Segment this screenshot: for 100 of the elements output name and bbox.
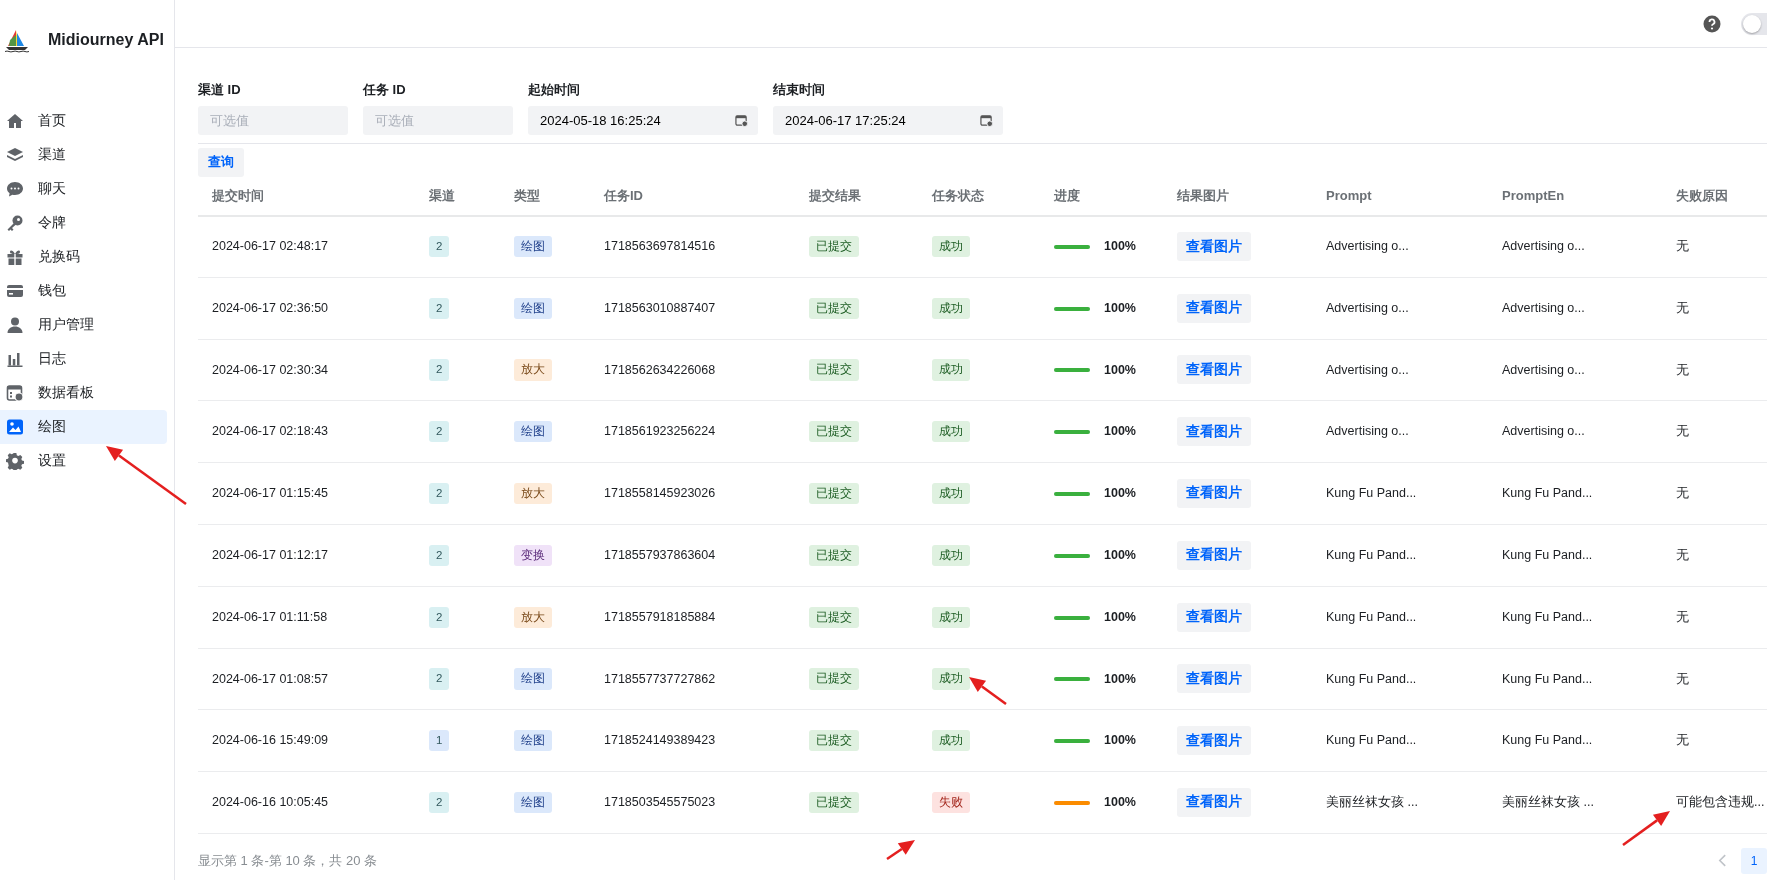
submit-tag: 已提交 bbox=[809, 421, 859, 443]
input-field[interactable]: 可选值 bbox=[198, 105, 348, 135]
gear-icon bbox=[6, 452, 24, 470]
sidebar-item[interactable]: 令牌 bbox=[0, 206, 167, 240]
view-image-button[interactable]: 查看图片 bbox=[1177, 417, 1251, 447]
input-field[interactable]: 2024-05-18 16:25:24 bbox=[528, 105, 758, 135]
table-cell: Kung Fu Pand... bbox=[1326, 671, 1417, 686]
table-cell: 2024-06-17 01:11:58 bbox=[212, 609, 328, 624]
sidebar-item[interactable]: 渠道 bbox=[0, 138, 167, 172]
help-icon bbox=[1703, 14, 1721, 33]
progress-bar bbox=[1054, 244, 1090, 249]
status-tag: 成功 bbox=[932, 544, 970, 566]
submit-tag: 已提交 bbox=[809, 482, 859, 505]
submit-tag: 已提交 bbox=[809, 791, 859, 814]
field-label: 渠道 ID bbox=[198, 81, 242, 99]
key-icon bbox=[6, 214, 24, 232]
view-image-button[interactable]: 查看图片 bbox=[1177, 602, 1251, 632]
table-cell: Kung Fu Pand... bbox=[1502, 486, 1593, 501]
progress-bar bbox=[1054, 491, 1090, 496]
column-header: 任务ID bbox=[604, 187, 643, 203]
table-cell: Advertising o... bbox=[1326, 300, 1409, 315]
sidebar-item[interactable]: 绘图 bbox=[0, 410, 167, 444]
type-tag: 绘图 bbox=[514, 791, 552, 814]
table-cell: Advertising o... bbox=[1502, 239, 1585, 254]
status-tag: 成功 bbox=[932, 482, 970, 505]
pagination-summary: 显示第 1 条-第 10 条，共 20 条 bbox=[198, 852, 378, 871]
progress-text: 100% bbox=[1104, 733, 1136, 748]
type-tag: 放大 bbox=[514, 606, 552, 628]
view-image-button[interactable]: 查看图片 bbox=[1177, 664, 1251, 694]
table-cell: 无 bbox=[1676, 362, 1689, 377]
progress-bar bbox=[1054, 430, 1090, 435]
sidebar-item[interactable]: 日志 bbox=[0, 342, 167, 376]
table-cell: 无 bbox=[1676, 300, 1689, 315]
sidebar-item[interactable]: 数据看板 bbox=[0, 376, 167, 410]
progress-text: 100% bbox=[1104, 795, 1136, 810]
progress-bar bbox=[1054, 615, 1090, 620]
sidebar-item[interactable]: 用户管理 bbox=[0, 308, 167, 342]
view-image-button[interactable]: 查看图片 bbox=[1177, 293, 1251, 323]
table-cell: 无 bbox=[1676, 733, 1689, 748]
table-cell: 1718563697814516 bbox=[604, 239, 716, 254]
channel-tag: 2 bbox=[429, 606, 450, 628]
table-cell: 2024-06-17 01:12:17 bbox=[212, 548, 329, 562]
sidebar-item[interactable]: 兑换码 bbox=[0, 240, 167, 274]
progress-bar bbox=[1054, 368, 1090, 373]
channel-tag: 2 bbox=[429, 421, 450, 443]
input-field[interactable]: 可选值 bbox=[363, 105, 513, 135]
table-cell: 2024-06-17 02:36:50 bbox=[212, 300, 329, 315]
table-cell: Kung Fu Pand... bbox=[1502, 609, 1593, 624]
table-cell: 1718503545575023 bbox=[604, 795, 716, 810]
progress-text: 100% bbox=[1104, 609, 1136, 624]
view-image-button[interactable]: 查看图片 bbox=[1177, 479, 1251, 509]
gift-icon bbox=[6, 248, 24, 266]
table-cell: 无 bbox=[1676, 609, 1689, 624]
table-cell: 无 bbox=[1676, 239, 1689, 254]
table-cell: 1718561923256224 bbox=[604, 424, 716, 439]
channel-tag: 2 bbox=[429, 668, 450, 690]
submit-tag: 已提交 bbox=[809, 730, 859, 752]
sidebar-item[interactable]: 聊天 bbox=[0, 172, 167, 206]
progress-bar bbox=[1054, 553, 1090, 558]
table-cell: Kung Fu Pand... bbox=[1502, 671, 1593, 686]
card-icon bbox=[6, 282, 24, 300]
status-tag: 成功 bbox=[932, 421, 970, 443]
app-title: Midiourney API bbox=[48, 30, 164, 50]
table-cell: 美丽丝袜女孩 ... bbox=[1502, 795, 1594, 810]
sidebar-item[interactable]: 钱包 bbox=[0, 274, 167, 308]
table-cell: Kung Fu Pand... bbox=[1502, 548, 1593, 562]
type-tag: 绘图 bbox=[514, 297, 552, 319]
view-image-button[interactable]: 查看图片 bbox=[1177, 232, 1251, 262]
table-cell: 无 bbox=[1676, 486, 1689, 501]
table-cell: 2024-06-16 10:05:45 bbox=[212, 795, 329, 810]
submit-tag: 已提交 bbox=[809, 606, 859, 628]
submit-tag: 已提交 bbox=[809, 236, 859, 258]
channel-tag: 2 bbox=[429, 359, 450, 381]
submit-tag: 已提交 bbox=[809, 359, 859, 381]
table-cell: 2024-06-17 02:30:34 bbox=[212, 362, 329, 377]
status-tag: 成功 bbox=[932, 730, 970, 752]
view-image-button[interactable]: 查看图片 bbox=[1177, 540, 1251, 570]
table-cell: 1718557937863604 bbox=[604, 548, 716, 562]
column-header: 提交结果 bbox=[809, 187, 861, 203]
annotation-arrow bbox=[1622, 811, 1670, 846]
annotation-arrow bbox=[886, 840, 915, 861]
progress-text: 100% bbox=[1104, 424, 1136, 439]
table-cell: Advertising o... bbox=[1326, 424, 1409, 439]
table-cell: 2024-06-16 15:49:09 bbox=[212, 733, 329, 748]
input-field[interactable]: 2024-06-17 17:25:24 bbox=[773, 105, 1003, 135]
view-image-button[interactable]: 查看图片 bbox=[1177, 788, 1251, 818]
view-image-button[interactable]: 查看图片 bbox=[1177, 726, 1251, 756]
query-button[interactable]: 查询 bbox=[198, 147, 244, 177]
sidebar-item[interactable]: 设置 bbox=[0, 444, 167, 478]
page-button[interactable]: 1 bbox=[1741, 847, 1767, 874]
sidebar-item[interactable]: 首页 bbox=[0, 104, 167, 138]
progress-bar bbox=[1054, 306, 1090, 311]
calendar-icon bbox=[735, 113, 748, 127]
column-header: 结果图片 bbox=[1177, 187, 1229, 203]
submit-tag: 已提交 bbox=[809, 668, 859, 690]
table-cell: 2024-06-17 01:08:57 bbox=[212, 671, 329, 686]
type-tag: 放大 bbox=[514, 359, 552, 381]
status-tag: 成功 bbox=[932, 606, 970, 628]
view-image-button[interactable]: 查看图片 bbox=[1177, 355, 1251, 385]
annotation-arrow bbox=[969, 677, 1007, 705]
